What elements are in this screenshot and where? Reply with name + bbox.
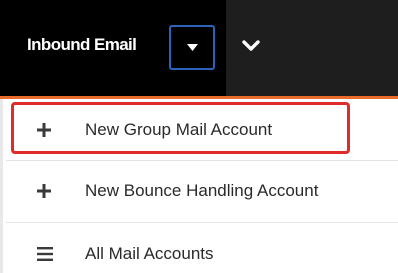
module-dropdown-menu: New Group Mail Account New Bounce Handli… bbox=[0, 99, 398, 273]
menu-item-label: New Bounce Handling Account bbox=[85, 181, 319, 200]
chevron-down-icon bbox=[242, 40, 260, 51]
caret-down-icon bbox=[187, 44, 198, 51]
menu-item-new-bounce-handling-account[interactable]: New Bounce Handling Account bbox=[0, 166, 398, 214]
menu-divider bbox=[6, 222, 398, 223]
list-icon bbox=[37, 247, 53, 261]
plus-icon bbox=[37, 123, 51, 137]
menu-item-label: New Group Mail Account bbox=[85, 120, 273, 139]
menu-item-label: All Mail Accounts bbox=[85, 244, 214, 263]
inbound-email-tab[interactable]: Inbound Email bbox=[0, 0, 226, 96]
menu-item-all-mail-accounts[interactable]: All Mail Accounts bbox=[0, 229, 398, 273]
more-modules-button[interactable] bbox=[240, 36, 262, 58]
menu-divider bbox=[6, 160, 398, 161]
menu-item-new-group-mail-account[interactable]: New Group Mail Account bbox=[0, 105, 398, 153]
plus-icon bbox=[37, 184, 51, 198]
module-label[interactable]: Inbound Email bbox=[27, 35, 137, 55]
navigation-bar: Inbound Email bbox=[0, 0, 398, 96]
module-dropdown-toggle[interactable] bbox=[169, 25, 215, 70]
